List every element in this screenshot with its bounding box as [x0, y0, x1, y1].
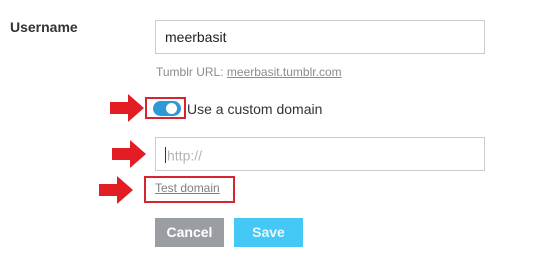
username-label: Username	[10, 19, 78, 35]
save-button[interactable]: Save	[234, 218, 303, 247]
tumblr-url-link[interactable]: meerbasit.tumblr.com	[227, 65, 342, 79]
cancel-button[interactable]: Cancel	[155, 218, 224, 247]
red-arrow-right-icon	[110, 94, 144, 122]
tumblr-url-prefix: Tumblr URL:	[156, 65, 227, 79]
tumblr-url-text: Tumblr URL: meerbasit.tumblr.com	[156, 65, 342, 79]
red-arrow-right-icon	[112, 140, 146, 168]
custom-domain-input[interactable]: http://	[155, 137, 485, 171]
domain-placeholder: http://	[167, 147, 203, 164]
test-domain-link[interactable]: Test domain	[155, 181, 220, 195]
red-arrow-right-icon	[99, 176, 133, 204]
text-cursor	[165, 147, 166, 164]
toggle-knob	[166, 103, 177, 114]
username-input[interactable]: meerbasit	[155, 20, 485, 54]
custom-domain-label: Use a custom domain	[187, 101, 323, 117]
